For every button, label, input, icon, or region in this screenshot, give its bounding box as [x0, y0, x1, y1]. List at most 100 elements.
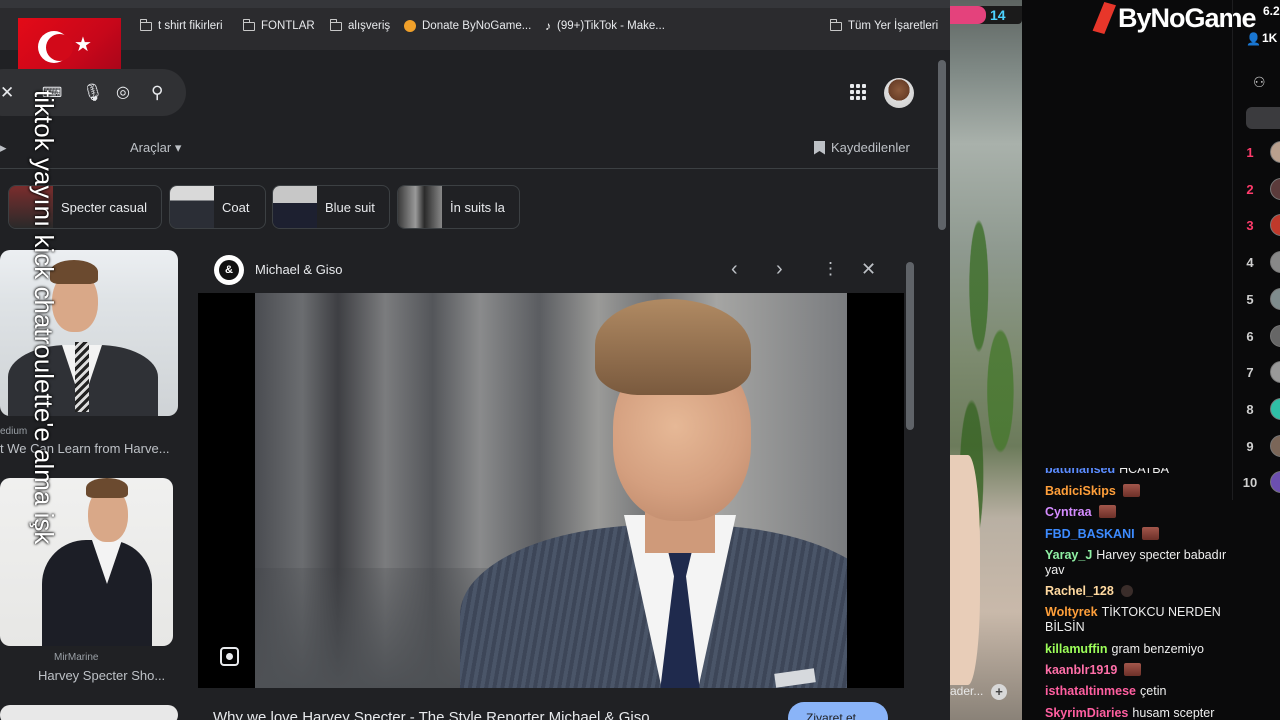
leaderboard-rank: 5 — [1246, 291, 1254, 307]
followers-icon: 👤 — [1246, 32, 1261, 46]
bookmark-tiktok[interactable]: ♪ (99+)TikTok - Make... — [545, 18, 665, 34]
preview-title-link[interactable]: Why we love Harvey Specter - The Style R… — [213, 709, 650, 720]
chat-username[interactable]: Cyntraa — [1045, 505, 1092, 519]
chat-username[interactable]: kaanblr1919 — [1045, 663, 1117, 677]
chip-label: Blue suit — [325, 199, 375, 215]
divider — [0, 168, 940, 169]
leaderboard-rank: 7 — [1246, 365, 1254, 381]
chat-username[interactable]: FBD_BASKANI — [1045, 527, 1135, 541]
chat-emote-icon — [1098, 505, 1116, 519]
hair-shape — [86, 478, 128, 498]
chip-thumbnail — [398, 186, 442, 228]
previous-icon[interactable]: ‹ — [731, 258, 738, 280]
apps-grid-icon[interactable] — [850, 84, 866, 100]
toggle-pill[interactable] — [1246, 107, 1280, 129]
chip-in-suits-la[interactable]: İn suits la — [397, 185, 520, 229]
chat-message: killamuffin gram benzemiyo — [1045, 642, 1245, 657]
chat-username[interactable]: Woltyrek — [1045, 605, 1098, 619]
chat-message: kaanblr1919 — [1045, 663, 1245, 678]
chat-emote-icon — [1120, 585, 1133, 598]
next-icon[interactable]: › — [776, 258, 783, 280]
more-options-icon[interactable]: ⋮ — [822, 258, 839, 280]
bookmark-label: Tüm Yer İşaretleri — [848, 20, 939, 32]
chat-messages: batuhansed HCATBA BadiciSkips Cyntraa FBD_BA… — [1045, 468, 1245, 720]
chevron-down-icon: ▾ — [174, 140, 182, 155]
folder-icon — [830, 18, 842, 31]
tools-dropdown[interactable]: Araçlar ▾ — [130, 140, 181, 156]
chat-message: batuhansed HCATBA — [1045, 468, 1245, 477]
google-lens-icon[interactable] — [220, 647, 239, 666]
bookmark-label: alışveriş — [348, 20, 391, 32]
chat-text: gram benzemiyo — [1111, 641, 1204, 656]
chat-username[interactable]: Rachel_128 — [1045, 584, 1114, 598]
page-scrollbar[interactable] — [938, 60, 946, 230]
microphone-icon[interactable]: 🎙 — [82, 84, 104, 101]
source-logo-mark: & — [219, 260, 239, 280]
chat-username[interactable]: BadiciSkips — [1045, 484, 1116, 498]
leaderboard-rank: 6 — [1246, 328, 1254, 344]
hair-shape — [595, 299, 751, 395]
tools-label: Araçlar — [130, 140, 172, 155]
screen: t shirt fikirleri FONTLAR alışveriş Dona… — [0, 0, 1280, 720]
badge-heart-icon — [950, 6, 986, 24]
chat-emote-icon — [1122, 484, 1140, 497]
chip-label: Coat — [222, 199, 250, 215]
chat-text: çetin — [1140, 684, 1167, 699]
chat-username[interactable]: killamuffin — [1045, 642, 1108, 656]
preview-scrollbar[interactable] — [906, 262, 914, 430]
bookmark-label: Donate ByNoGame... — [422, 20, 532, 32]
tiktok-icon: ♪ — [545, 19, 551, 33]
bookmark-fontlar[interactable]: FONTLAR — [243, 18, 315, 34]
tie-shape — [75, 342, 89, 412]
close-icon[interactable]: ✕ — [861, 258, 876, 280]
visit-button[interactable]: Ziyaret et — [788, 702, 888, 720]
chat-message: Cyntraa — [1045, 505, 1245, 520]
chat-username[interactable]: Yaray_J — [1045, 548, 1092, 562]
stream-stat-2: 1K — [1262, 31, 1278, 45]
bookmark-t-shirt-fikirleri[interactable]: t shirt fikirleri — [140, 18, 223, 34]
saved-button[interactable]: Kaydedilenler — [814, 140, 910, 155]
browser-window: t shirt fikirleri FONTLAR alışveriş Dona… — [0, 0, 950, 720]
visit-label: Ziyaret et — [806, 711, 857, 720]
stream-overlay-text: tiktok yayını kick chatroulette'e alma i… — [29, 90, 59, 545]
bookmark-alisveris[interactable]: alışveriş — [330, 18, 390, 34]
filter-arrow[interactable]: ▸ — [0, 140, 7, 156]
search-icon[interactable]: ⚲ — [151, 84, 163, 101]
chat-username[interactable]: batuhansed — [1045, 468, 1115, 476]
chip-label: İn suits la — [450, 199, 505, 215]
user-list-icon[interactable]: ⚇ — [1253, 74, 1266, 91]
clear-search-icon[interactable]: ✕ — [0, 84, 14, 101]
camera-caption: ader... — [950, 684, 984, 698]
bynogame-favicon-icon — [404, 20, 416, 32]
account-avatar[interactable] — [884, 78, 914, 108]
chat-emote-icon — [1124, 663, 1142, 677]
add-icon[interactable]: + — [991, 684, 1007, 700]
bookmark-donate-bynogame[interactable]: Donate ByNoGame... — [404, 18, 531, 34]
bookmarks-bar: t shirt fikirleri FONTLAR alışveriş Dona… — [0, 0, 950, 50]
arm-shape — [950, 455, 980, 685]
preview-source-name[interactable]: Michael & Giso — [255, 262, 342, 277]
folder-icon — [330, 18, 342, 31]
webcam-feed — [950, 0, 1022, 720]
leaderboard-rank: 8 — [1246, 401, 1254, 417]
bookmark-all-bookmarks[interactable]: Tüm Yer İşaretleri — [830, 18, 938, 34]
chat-username[interactable]: isthataltinmese — [1045, 684, 1136, 698]
preview-image[interactable] — [198, 293, 904, 688]
leaderboard-rank: 4 — [1246, 255, 1254, 271]
leaderboard-rank: 9 — [1246, 438, 1254, 454]
preview-photo — [255, 293, 847, 688]
chat-text: HCATBA — [1119, 468, 1169, 476]
chat-message: isthataltinmese çetin — [1045, 684, 1245, 699]
lens-search-icon[interactable]: ◎ — [116, 84, 130, 101]
panel-divider — [1232, 0, 1233, 500]
chat-username[interactable]: SkyrimDiaries — [1045, 706, 1128, 720]
chat-text: husam scepter — [1132, 705, 1215, 720]
star-icon: ★ — [74, 34, 92, 56]
chip-coat[interactable]: Coat — [169, 185, 266, 229]
bynogame-logo: ByNoGame — [1090, 2, 1257, 34]
chat-emote-icon — [1141, 526, 1159, 540]
chat-message: Woltyrek TİKTOKCU NERDEN BİLSİN — [1045, 605, 1245, 635]
chip-blue-suit[interactable]: Blue suit — [272, 185, 390, 229]
chip-label: Specter casual — [61, 199, 147, 215]
chip-thumbnail — [170, 186, 214, 228]
